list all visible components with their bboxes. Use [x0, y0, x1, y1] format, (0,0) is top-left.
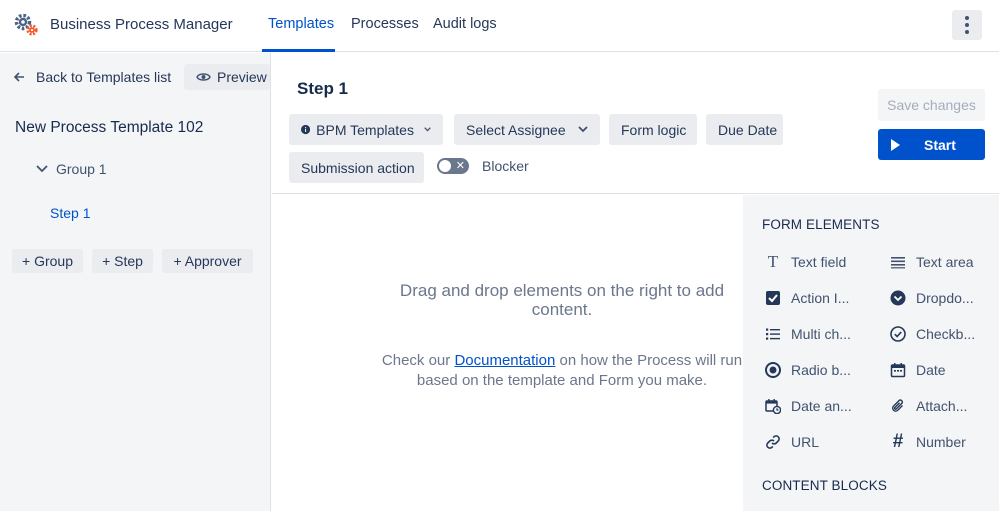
- close-icon: ✕: [455, 160, 465, 172]
- start-label: Start: [924, 137, 956, 153]
- element-label: Attach...: [916, 398, 968, 414]
- save-changes-button[interactable]: Save changes: [878, 89, 985, 121]
- element-label: Action I...: [791, 290, 850, 306]
- element-text-area[interactable]: Text area: [890, 252, 974, 272]
- element-date[interactable]: Date: [890, 360, 946, 380]
- radio-icon: [765, 362, 781, 378]
- eye-icon: [196, 73, 211, 81]
- paperclip-icon: [892, 399, 903, 412]
- arrow-left-icon: [13, 72, 24, 82]
- step-item[interactable]: Step 1: [50, 205, 90, 221]
- tab-audit-logs[interactable]: Audit logs: [433, 16, 497, 32]
- step-editor-header: Step 1 BPM Templates Select Assignee For…: [272, 53, 999, 194]
- form-canvas-dropzone[interactable]: Drag and drop elements on the right to a…: [272, 195, 743, 511]
- element-url[interactable]: URL: [765, 432, 819, 452]
- check-circle-icon: [890, 326, 906, 342]
- element-label: Date: [916, 362, 946, 378]
- preview-button[interactable]: Preview: [184, 64, 270, 90]
- element-label: Text area: [916, 254, 974, 270]
- submission-action-button[interactable]: Submission action: [289, 152, 424, 183]
- panel-scrollbar[interactable]: [992, 195, 997, 511]
- form-logic-button[interactable]: Form logic: [609, 114, 697, 145]
- element-label: Dropdo...: [916, 290, 974, 306]
- element-text-field[interactable]: T Text field: [765, 252, 846, 272]
- form-elements-heading: FORM ELEMENTS: [762, 217, 880, 232]
- dropdown-circle-icon: [890, 290, 906, 306]
- element-multi-choice[interactable]: Multi ch...: [765, 324, 851, 344]
- toggle-knob: [439, 160, 451, 172]
- element-checkbox[interactable]: Checkb...: [890, 324, 975, 344]
- list-icon: [766, 328, 780, 340]
- more-options-icon[interactable]: [952, 10, 982, 40]
- bpm-templates-dropdown[interactable]: BPM Templates: [289, 114, 443, 145]
- element-label: Text field: [791, 254, 847, 270]
- select-assignee-dropdown[interactable]: Select Assignee: [454, 114, 600, 145]
- info-icon: [301, 124, 311, 135]
- text-area-icon: [891, 257, 905, 269]
- element-label: Radio b...: [791, 362, 851, 378]
- sidebar: Back to Templates list Preview New Proce…: [0, 53, 271, 511]
- group-label: Group 1: [56, 161, 107, 177]
- play-icon: [891, 139, 900, 151]
- element-label: Checkb...: [916, 326, 976, 342]
- element-radio-button[interactable]: Radio b...: [765, 360, 851, 380]
- top-bar: Business Process Manager Templates Proce…: [0, 0, 999, 52]
- app-title: Business Process Manager: [50, 16, 233, 33]
- calendar-clock-icon: [765, 399, 781, 414]
- element-label: Date an...: [791, 398, 852, 414]
- add-approver-button[interactable]: + Approver: [162, 249, 253, 273]
- blocker-toggle[interactable]: ✕: [437, 158, 469, 174]
- chevron-down-icon: [424, 127, 431, 132]
- back-to-templates-link[interactable]: Back to Templates list: [12, 65, 171, 89]
- chevron-down-icon: [577, 126, 588, 133]
- element-label: Multi ch...: [791, 326, 851, 342]
- documentation-link[interactable]: Documentation: [454, 352, 555, 369]
- group-item[interactable]: Group 1: [36, 161, 107, 177]
- checkbox-checked-icon: [766, 291, 780, 305]
- bpm-templates-label: BPM Templates: [316, 121, 414, 138]
- link-icon: [766, 435, 780, 449]
- add-step-button[interactable]: + Step: [92, 249, 153, 273]
- template-name: New Process Template 102: [15, 119, 204, 136]
- element-dropdown[interactable]: Dropdo...: [890, 288, 974, 308]
- chevron-down-icon: [36, 165, 48, 173]
- back-link-label: Back to Templates list: [36, 69, 172, 85]
- calendar-icon: [890, 363, 906, 378]
- element-number[interactable]: # Number: [890, 431, 966, 452]
- select-assignee-label: Select Assignee: [466, 121, 566, 138]
- add-group-button[interactable]: + Group: [12, 249, 83, 273]
- step-title: Step 1: [297, 79, 349, 98]
- documentation-hint: Check our Documentation on how the Proce…: [377, 351, 747, 391]
- form-elements-panel: FORM ELEMENTS T Text field Text area Act…: [743, 195, 999, 511]
- element-label: URL: [791, 434, 820, 450]
- element-action-item[interactable]: Action I...: [765, 288, 849, 308]
- tab-templates[interactable]: Templates: [268, 16, 334, 32]
- element-attachment[interactable]: Attach...: [890, 396, 967, 416]
- preview-label: Preview: [217, 69, 267, 85]
- gears-logo-icon: [14, 13, 38, 36]
- doc-prefix: Check our: [381, 352, 451, 369]
- element-label: Number: [916, 434, 966, 450]
- drop-hint-text: Drag and drop elements on the right to a…: [399, 281, 725, 319]
- tab-processes[interactable]: Processes: [351, 16, 419, 32]
- hash-icon: #: [892, 431, 904, 452]
- due-date-button[interactable]: Due Date: [706, 114, 783, 145]
- content-blocks-heading: CONTENT BLOCKS: [762, 478, 887, 493]
- active-tab-indicator: [262, 49, 335, 52]
- element-date-and-time[interactable]: Date an...: [765, 396, 852, 416]
- blocker-label: Blocker: [482, 158, 529, 174]
- start-button[interactable]: Start: [878, 129, 985, 160]
- text-field-icon: T: [767, 252, 779, 271]
